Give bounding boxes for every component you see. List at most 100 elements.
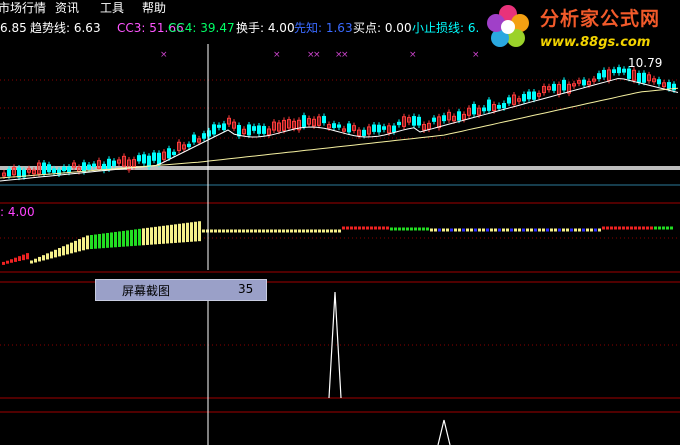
indicator-bar [6,260,9,264]
indicator-bar [86,235,89,250]
indicator-bar [626,226,629,230]
indicator-bar [338,229,341,233]
indicator-bar [262,229,265,233]
indicator-bar [78,239,81,252]
indicator-bar [602,226,605,230]
indicator-bar [22,254,25,261]
indicator-bar [282,229,285,233]
indicator-bar [142,228,145,246]
indicator-bar [638,226,641,230]
indicator-bar [530,228,533,232]
indicator-bar [670,226,673,230]
candle-body [192,134,196,143]
candle-body [202,133,206,139]
candle-body [412,116,416,126]
indicator-bar [386,226,389,230]
indicator-bar [494,228,497,232]
candle-body [472,103,476,115]
indicator-bar [486,228,489,232]
indicator-bar [98,233,101,249]
candle-body [167,148,171,159]
indicator-bar [466,228,469,232]
indicator-bar [666,226,669,230]
indicator-bar [194,221,197,242]
stock-chart[interactable]: × × × × ×× × × [0,0,680,445]
indicator-bar [362,226,365,230]
candle-body [247,124,251,136]
indicator-bar [450,228,453,232]
indicator-bar [370,226,373,230]
indicator-bar [642,226,645,230]
candle-body [62,166,66,172]
indicator-bar [474,228,477,232]
candle-body [532,91,536,100]
indicator-bar [242,229,245,233]
indicator-bar [382,226,385,230]
indicator-bar [318,229,321,233]
candle-body [522,94,526,102]
indicator-bar [66,244,69,255]
indicator-bar [618,226,621,230]
indicator-bar [258,229,261,233]
indicator-bar [574,228,577,232]
indicator-bar [502,228,505,232]
indicator-bar [594,228,597,232]
indicator-bar [334,229,337,233]
candle-body [337,124,341,128]
indicator-bar [102,233,105,249]
candle-body [637,72,641,83]
indicator-bar [154,226,157,245]
indicator-bar [442,228,445,232]
candle-body [152,152,156,161]
indicator-bar [482,228,485,232]
screenshot-badge[interactable]: 屏幕截图 35 [95,279,267,301]
candle-body [597,73,601,80]
indicator-bar [426,227,429,231]
candle-body [252,126,256,131]
candle-body [582,79,586,86]
indicator-bar [546,228,549,232]
svg-text:×: × [341,50,349,60]
indicator-bar [150,227,153,245]
candle-body [222,123,226,131]
indicator-bar [606,226,609,230]
indicator-bar [218,229,221,233]
indicator-bar [614,226,617,230]
indicator-bar [410,227,413,231]
indicator-bar [90,235,93,249]
candle-body [67,166,71,173]
candle-body [217,124,221,128]
indicator-bar [130,229,133,247]
candle-body [137,155,141,162]
indicator-bar [182,223,185,243]
indicator-bar [598,228,601,232]
indicator-bar [342,226,345,230]
indicator-bar [390,227,393,231]
indicator-bar [622,226,625,230]
indicator-bar [166,225,169,244]
candlestick-series [2,64,676,181]
indicator-bar [398,227,401,231]
indicator-bar [394,227,397,231]
badge-value: 35 [238,282,254,296]
indicator-bar [366,226,369,230]
candle-body [622,68,626,73]
candle-body [552,83,556,91]
indicator-bar [446,228,449,232]
candle-body [157,152,161,165]
indicator-bar [378,226,381,230]
indicator-bar [458,228,461,232]
grid-lines [0,79,680,346]
logo-url[interactable]: www.88gs.com [540,35,650,51]
indicator-bar [202,229,205,233]
indicator-bar [526,228,529,232]
candle-body [82,162,86,173]
indicator-bar [406,227,409,231]
indicator-bar [470,228,473,232]
indicator-bar [522,228,525,232]
indicator-bar [438,228,441,232]
candle-body [617,67,621,74]
indicator-bar [590,228,593,232]
candle-body [262,126,266,134]
indicator-bar [286,229,289,233]
